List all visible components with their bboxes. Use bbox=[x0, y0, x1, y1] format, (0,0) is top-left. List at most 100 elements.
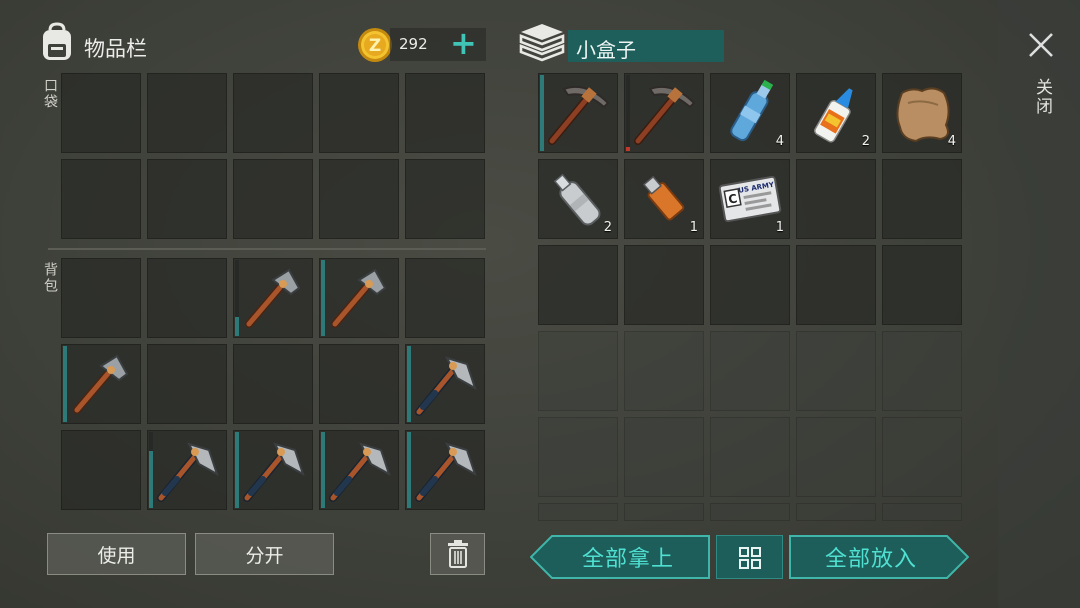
box-icon bbox=[519, 22, 565, 64]
pickaxe-wood-icon bbox=[538, 73, 618, 153]
container-slot[interactable] bbox=[624, 73, 704, 153]
backpack-slot[interactable] bbox=[405, 430, 485, 510]
container-slot[interactable] bbox=[796, 503, 876, 521]
container-slot[interactable]: 4 bbox=[882, 73, 962, 153]
backpack-slot[interactable] bbox=[233, 258, 313, 338]
item-count: 1 bbox=[775, 220, 784, 235]
pocket-slot[interactable] bbox=[147, 73, 227, 153]
container-slot[interactable] bbox=[624, 245, 704, 325]
durability-bar bbox=[540, 75, 544, 151]
backpack-slot[interactable] bbox=[405, 344, 485, 424]
backpack-slot[interactable] bbox=[147, 430, 227, 510]
durability-fill bbox=[626, 147, 630, 151]
container-slot[interactable]: 2 bbox=[538, 159, 618, 239]
container-slot[interactable]: 2 bbox=[796, 73, 876, 153]
container-title: 小盒子 bbox=[576, 38, 636, 62]
inventory-title: 物品栏 bbox=[84, 37, 147, 61]
container-slot[interactable] bbox=[796, 159, 876, 239]
backpack-slot[interactable] bbox=[61, 258, 141, 338]
backpack-slot[interactable] bbox=[61, 430, 141, 510]
container-slot[interactable] bbox=[710, 245, 790, 325]
container-slot[interactable] bbox=[538, 331, 618, 411]
use-button[interactable]: 使用 bbox=[47, 533, 186, 575]
durability-fill bbox=[321, 432, 325, 508]
durability-bar bbox=[63, 346, 67, 422]
backpack-slot[interactable] bbox=[319, 344, 399, 424]
backpack-slot[interactable] bbox=[61, 344, 141, 424]
pocket-slot[interactable] bbox=[61, 73, 141, 153]
backpack-slot[interactable] bbox=[233, 344, 313, 424]
container-slot[interactable] bbox=[624, 503, 704, 521]
durability-bar bbox=[149, 432, 153, 508]
container-slot[interactable] bbox=[710, 417, 790, 497]
container-slot[interactable] bbox=[882, 417, 962, 497]
take-all-button[interactable]: 全部拿上 bbox=[530, 535, 710, 579]
pickaxe-icon bbox=[233, 258, 313, 338]
coin-icon: Z bbox=[356, 26, 394, 64]
hatchet-icon bbox=[147, 430, 227, 510]
pocket-slot[interactable] bbox=[405, 73, 485, 153]
divider bbox=[48, 248, 486, 250]
backpack-slot[interactable] bbox=[319, 258, 399, 338]
pocket-label: 口袋 bbox=[42, 78, 58, 110]
container-slot[interactable] bbox=[796, 331, 876, 411]
backpack-icon bbox=[38, 22, 76, 62]
put-all-button[interactable]: 全部放入 bbox=[789, 535, 969, 579]
container-slot[interactable] bbox=[796, 245, 876, 325]
durability-fill bbox=[407, 346, 411, 422]
pocket-slot[interactable] bbox=[147, 159, 227, 239]
container-slot[interactable] bbox=[624, 417, 704, 497]
container-slot[interactable] bbox=[624, 331, 704, 411]
currency-amount: 292 bbox=[399, 35, 428, 53]
pickaxe-icon bbox=[319, 258, 399, 338]
pocket-slot[interactable] bbox=[319, 73, 399, 153]
container-slot[interactable] bbox=[538, 245, 618, 325]
close-icon bbox=[1029, 33, 1053, 57]
durability-fill bbox=[407, 432, 411, 508]
sort-button[interactable] bbox=[716, 535, 783, 579]
hatchet-icon bbox=[233, 430, 313, 510]
item-count: 2 bbox=[603, 220, 612, 235]
durability-fill bbox=[63, 346, 67, 422]
pocket-slot[interactable] bbox=[233, 159, 313, 239]
backpack-slot[interactable] bbox=[147, 258, 227, 338]
backpack-slot[interactable] bbox=[147, 344, 227, 424]
add-currency-button[interactable]: + bbox=[450, 23, 477, 63]
container-slot[interactable] bbox=[882, 159, 962, 239]
trash-icon bbox=[447, 540, 468, 568]
durability-bar bbox=[321, 432, 325, 508]
durability-bar bbox=[407, 432, 411, 508]
container-slot[interactable]: 4 bbox=[710, 73, 790, 153]
container-slot[interactable] bbox=[882, 331, 962, 411]
backpack-slot[interactable] bbox=[319, 430, 399, 510]
hatchet-icon bbox=[405, 430, 485, 510]
container-slot[interactable] bbox=[538, 503, 618, 521]
durability-fill bbox=[235, 317, 239, 336]
pocket-slot[interactable] bbox=[233, 73, 313, 153]
item-count: 1 bbox=[689, 220, 698, 235]
hatchet-icon bbox=[405, 344, 485, 424]
container-slot[interactable] bbox=[796, 417, 876, 497]
pocket-slot[interactable] bbox=[405, 159, 485, 239]
pocket-slot[interactable] bbox=[61, 159, 141, 239]
put-all-label: 全部放入 bbox=[824, 547, 917, 572]
container-slot[interactable] bbox=[538, 417, 618, 497]
item-count: 2 bbox=[861, 134, 870, 149]
backpack-slot[interactable] bbox=[233, 430, 313, 510]
container-slot[interactable] bbox=[710, 503, 790, 521]
durability-bar bbox=[235, 260, 239, 336]
container-slot[interactable]: C US ARMY 1 bbox=[710, 159, 790, 239]
trash-button[interactable] bbox=[430, 533, 485, 575]
container-slot[interactable] bbox=[882, 503, 962, 521]
close-button[interactable]: 关闭 bbox=[1020, 28, 1060, 138]
pocket-slot[interactable] bbox=[319, 159, 399, 239]
durability-fill bbox=[321, 260, 325, 336]
container-slot[interactable] bbox=[882, 245, 962, 325]
container-slot[interactable]: 1 bbox=[624, 159, 704, 239]
container-slot[interactable] bbox=[538, 73, 618, 153]
container-slot[interactable] bbox=[710, 331, 790, 411]
pickaxe-icon bbox=[61, 344, 141, 424]
split-button[interactable]: 分开 bbox=[195, 533, 334, 575]
backpack-slot[interactable] bbox=[405, 258, 485, 338]
hatchet-icon bbox=[319, 430, 399, 510]
